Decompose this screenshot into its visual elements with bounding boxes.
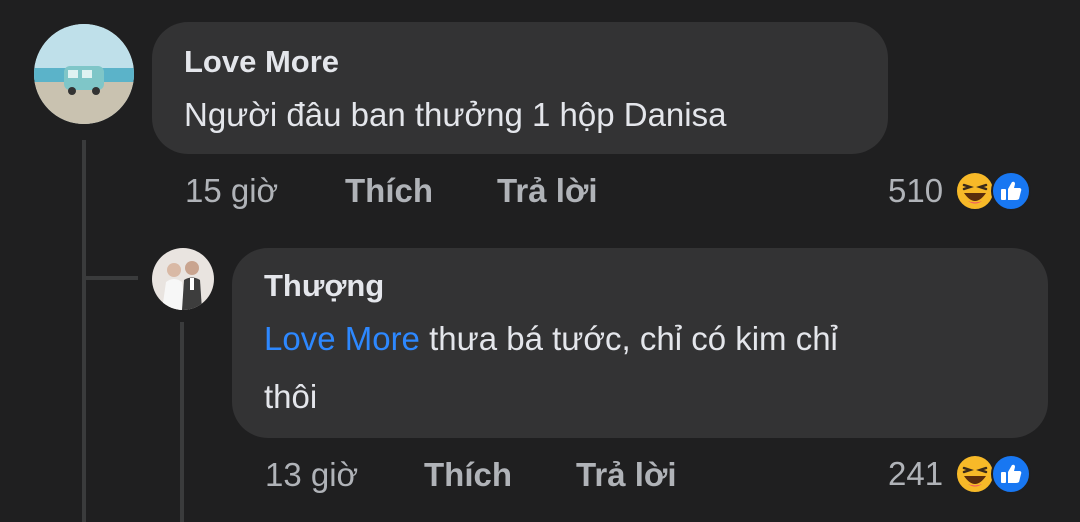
- mention-link[interactable]: Love More: [264, 320, 420, 357]
- reply-like-button[interactable]: Thích: [424, 456, 512, 494]
- reply-button[interactable]: Trả lời: [497, 172, 598, 210]
- avatar-love-more[interactable]: [34, 24, 134, 124]
- like-icon: [991, 171, 1032, 211]
- reply-text-line2: thôi: [264, 378, 318, 415]
- reply-reaction-count: 241: [888, 455, 944, 492]
- haha-icon: [955, 171, 996, 211]
- avatar-van-image: [34, 24, 134, 124]
- thread-line-branch: [86, 276, 138, 280]
- comment-text: Người đâu ban thưởng 1 hộp Danisa: [184, 96, 727, 133]
- thread-line-reply: [180, 322, 184, 522]
- reply-timestamp[interactable]: 13 giờ: [265, 456, 358, 494]
- like-icon: [991, 454, 1032, 494]
- avatar-couple-image: [152, 248, 214, 310]
- reply-reaction-summary[interactable]: 241: [888, 454, 1032, 494]
- thread-line-main: [82, 140, 86, 522]
- reply-author[interactable]: Thượng: [264, 268, 384, 304]
- reply-text-body: thưa bá tước, chỉ có kim chỉ: [429, 320, 838, 357]
- reply-text: Love More thưa bá tước, chỉ có kim chỉ t…: [264, 310, 1024, 426]
- reaction-count: 510: [888, 172, 944, 209]
- like-button[interactable]: Thích: [345, 172, 433, 210]
- comment-author[interactable]: Love More: [184, 44, 339, 80]
- reply-reply-button[interactable]: Trả lời: [576, 456, 677, 494]
- avatar-thuong[interactable]: [152, 248, 214, 310]
- reaction-summary[interactable]: 510: [888, 171, 1032, 211]
- comment-timestamp[interactable]: 15 giờ: [185, 172, 278, 210]
- haha-icon: [955, 454, 996, 494]
